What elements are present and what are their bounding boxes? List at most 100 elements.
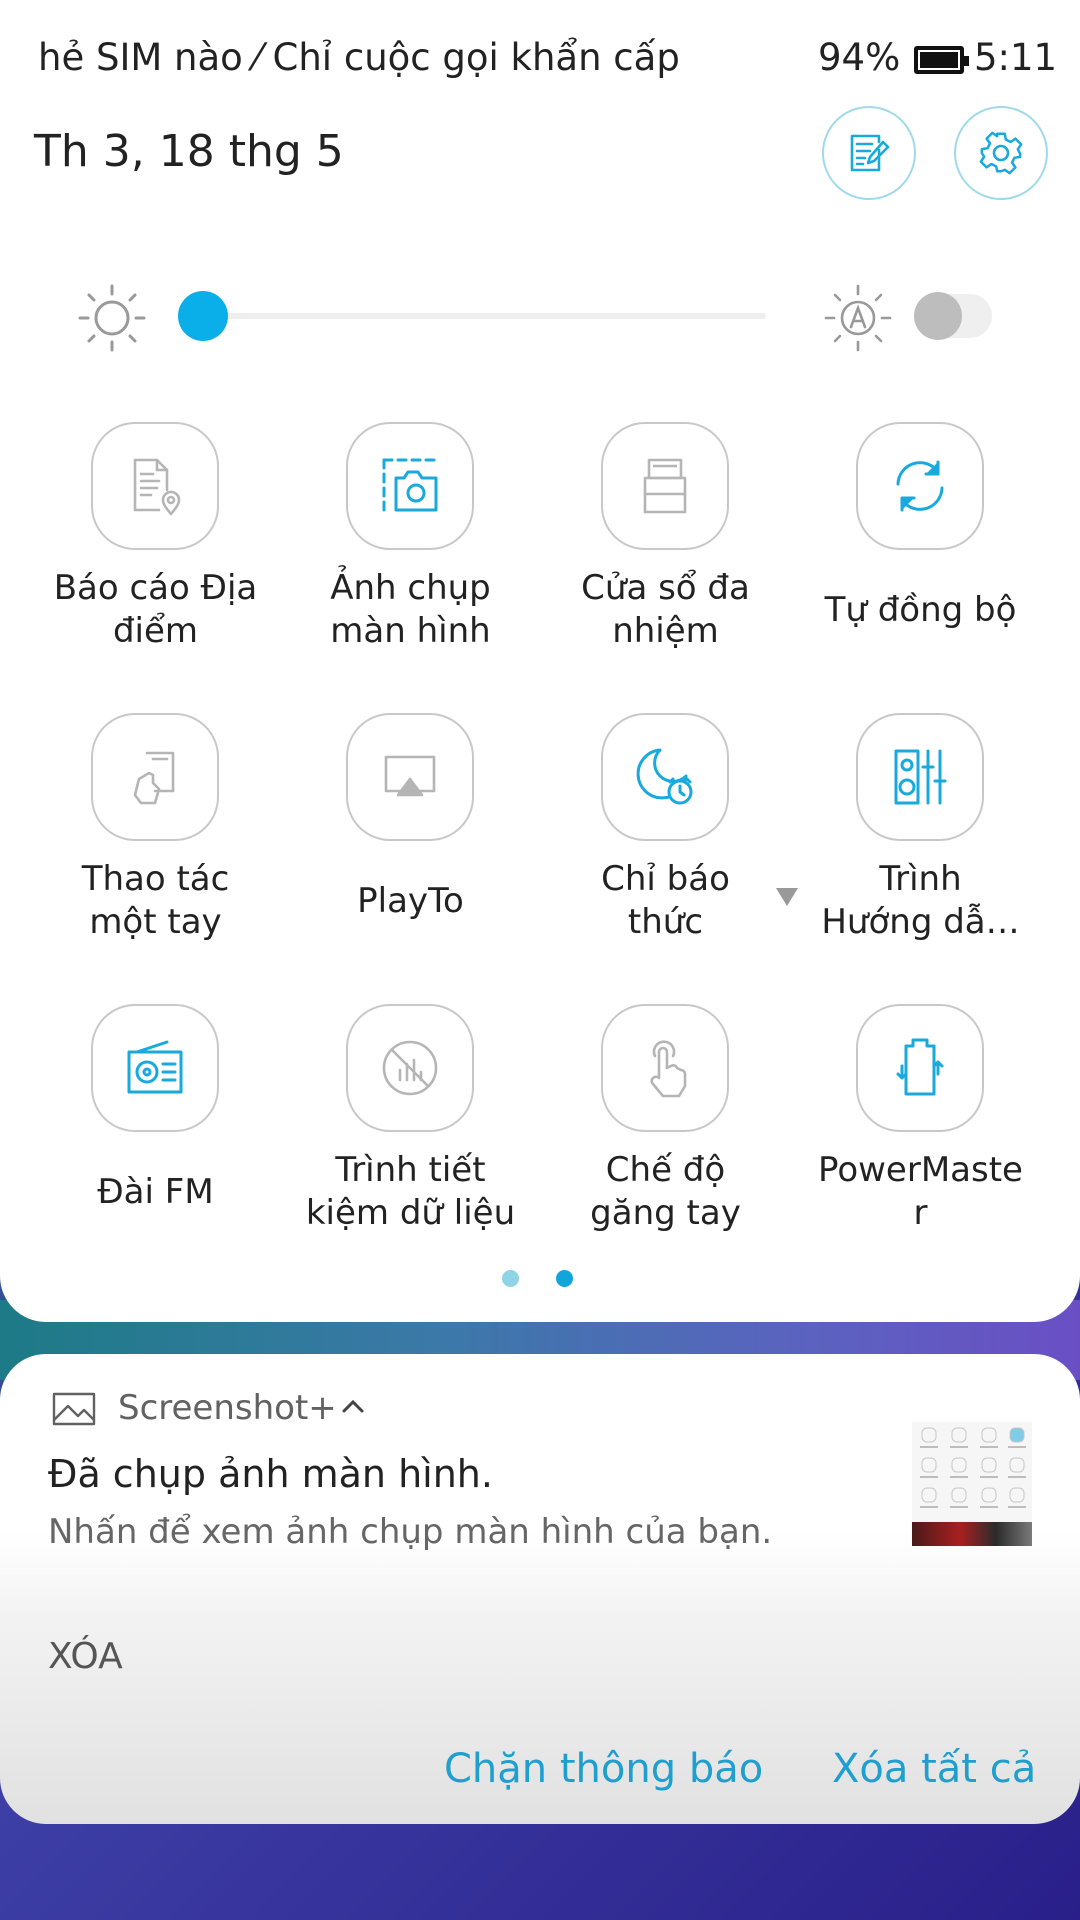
tile-label: Trình Hướng dẫ…: [793, 851, 1048, 951]
playto-icon: [384, 755, 436, 797]
screenshot-notification[interactable]: Screenshot+ Đã chụp ảnh màn hình. Nhấn đ…: [0, 1354, 1080, 1824]
edit-list-icon: [850, 134, 890, 172]
clock: 5:11: [974, 36, 1058, 79]
tile-label: Đài FM: [28, 1142, 283, 1242]
tile-label-line: Báo cáo Địa: [53, 568, 258, 608]
tile-label-line: Chế độ: [605, 1150, 726, 1190]
delete-button[interactable]: XÓA: [48, 1636, 123, 1677]
tile-label-line: kiệm dữ liệu: [305, 1193, 516, 1233]
tile-label-line: PowerMaste: [818, 1150, 1023, 1190]
image-icon: [52, 1392, 96, 1426]
tile-auto-sync[interactable]: Tự đồng bộ: [793, 422, 1048, 652]
page-dot[interactable]: [502, 1270, 519, 1287]
gear-icon: [979, 131, 1023, 175]
tile-label: PowerMaste r: [793, 1142, 1048, 1242]
battery-percent: 94%: [818, 36, 901, 79]
tile-equalizer[interactable]: Trình Hướng dẫ…: [793, 713, 1048, 943]
tile-label-line: Tự đồng bộ: [824, 589, 1017, 630]
tile-label-line: Trình: [879, 859, 962, 899]
one-hand-icon: [133, 751, 175, 805]
data-saver-icon: [382, 1040, 438, 1096]
tile-label: Ảnh chụp màn hình: [283, 560, 538, 660]
tile-location-report[interactable]: Báo cáo Địa điểm: [28, 422, 283, 652]
clear-all-button[interactable]: Xóa tất cả: [832, 1746, 1036, 1792]
tile-playto[interactable]: PlayTo: [283, 713, 538, 943]
fm-radio-icon: [127, 1040, 183, 1094]
tile-label-line: thức: [627, 902, 704, 942]
thumbnail-preview: [920, 1427, 1026, 1508]
tile-icon-frame: [346, 713, 474, 841]
sync-icon: [896, 460, 944, 512]
status-bar: hẻ SIM nào ⁄ Chỉ cuộc gọi khẩn cấp 94% 5…: [0, 30, 1080, 94]
tile-label-line: màn hình: [330, 611, 491, 651]
power-master-icon: [896, 1038, 944, 1096]
tile-icon-frame: [856, 713, 984, 841]
tile-data-saver[interactable]: Trình tiết kiệm dữ liệu: [283, 1004, 538, 1234]
tile-label-line: PlayTo: [357, 880, 464, 921]
notification-title: Đã chụp ảnh màn hình.: [48, 1452, 493, 1496]
notification-text: Nhấn để xem ảnh chụp màn hình của bạn.: [48, 1512, 773, 1552]
tile-label-line: điểm: [112, 611, 199, 651]
tile-label-line: Ảnh chụp: [330, 568, 491, 608]
page-indicator: [0, 1270, 1080, 1290]
tile-label: Chỉ báo thức: [538, 851, 793, 951]
carrier-text: hẻ SIM nào ⁄ Chỉ cuộc gọi khẩn cấp: [38, 36, 678, 79]
glove-mode-icon: [650, 1040, 687, 1098]
tile-label: PlayTo: [283, 851, 538, 951]
battery-icon: [914, 46, 969, 74]
tile-icon-frame: [601, 1004, 729, 1132]
tile-icon-frame: [346, 1004, 474, 1132]
tile-one-hand[interactable]: Thao tác một tay: [28, 713, 283, 943]
tile-label: Trình tiết kiệm dữ liệu: [283, 1142, 538, 1242]
chevron-up-icon[interactable]: [340, 1398, 366, 1414]
tile-icon-frame: [856, 422, 984, 550]
tile-icon-frame: [91, 1004, 219, 1132]
auto-brightness-icon: [824, 284, 892, 352]
tile-label-line: Thao tác: [81, 859, 230, 899]
tile-screenshot[interactable]: Ảnh chụp màn hình: [283, 422, 538, 652]
tile-icon-frame: [601, 713, 729, 841]
screenshot-icon: [382, 458, 438, 512]
tile-label-line: nhiệm: [612, 611, 719, 651]
tile-label: Thao tác một tay: [28, 851, 283, 951]
tile-power-master[interactable]: PowerMaste r: [793, 1004, 1048, 1234]
tile-label-line: r: [913, 1193, 928, 1233]
brightness-row: [0, 280, 1080, 352]
brightness-sun-icon: [78, 284, 146, 352]
tile-icon-frame: [601, 422, 729, 550]
block-notifications-button[interactable]: Chặn thông báo: [444, 1746, 763, 1792]
edit-tiles-button[interactable]: [822, 106, 916, 200]
quick-settings-panel: hẻ SIM nào ⁄ Chỉ cuộc gọi khẩn cấp 94% 5…: [0, 0, 1080, 1322]
tile-label-line: Trình tiết: [335, 1150, 486, 1190]
tile-icon-frame: [91, 422, 219, 550]
tile-glove-mode[interactable]: Chế độ găng tay: [538, 1004, 793, 1234]
notification-app-name: Screenshot+: [118, 1388, 337, 1428]
tile-icon-frame: [856, 1004, 984, 1132]
tile-label: Báo cáo Địa điểm: [28, 560, 283, 660]
thumbnail-bottom-strip: [912, 1522, 1032, 1546]
page-dot-active[interactable]: [556, 1270, 573, 1287]
tile-label-line: găng tay: [590, 1193, 741, 1233]
alarm-only-icon: [636, 748, 693, 805]
tile-icon-frame: [91, 713, 219, 841]
date-label: Th 3, 18 thg 5: [34, 126, 344, 177]
brightness-slider-track[interactable]: [200, 313, 766, 319]
tile-label-line: một tay: [89, 902, 222, 942]
equalizer-icon: [894, 749, 947, 805]
location-report-icon: [133, 458, 181, 516]
auto-brightness-toggle-knob: [914, 292, 962, 340]
tile-label-line: Cửa sổ đa: [581, 568, 750, 608]
multi-window-icon: [643, 458, 687, 514]
tile-label: Tự đồng bộ: [793, 560, 1048, 660]
tile-multi-window[interactable]: Cửa sổ đa nhiệm: [538, 422, 793, 652]
tile-icon-frame: [346, 422, 474, 550]
tile-label-line: Chỉ báo: [601, 859, 730, 899]
tile-alarm-only[interactable]: Chỉ báo thức: [538, 713, 798, 943]
tile-label: Chế độ găng tay: [538, 1142, 793, 1242]
screenshot-thumbnail[interactable]: [912, 1422, 1032, 1546]
tile-label: Cửa sổ đa nhiệm: [538, 560, 793, 660]
tile-label-line: Đài FM: [97, 1171, 214, 1212]
tile-fm-radio[interactable]: Đài FM: [28, 1004, 283, 1234]
brightness-slider-thumb[interactable]: [178, 291, 228, 341]
settings-button[interactable]: [954, 106, 1048, 200]
